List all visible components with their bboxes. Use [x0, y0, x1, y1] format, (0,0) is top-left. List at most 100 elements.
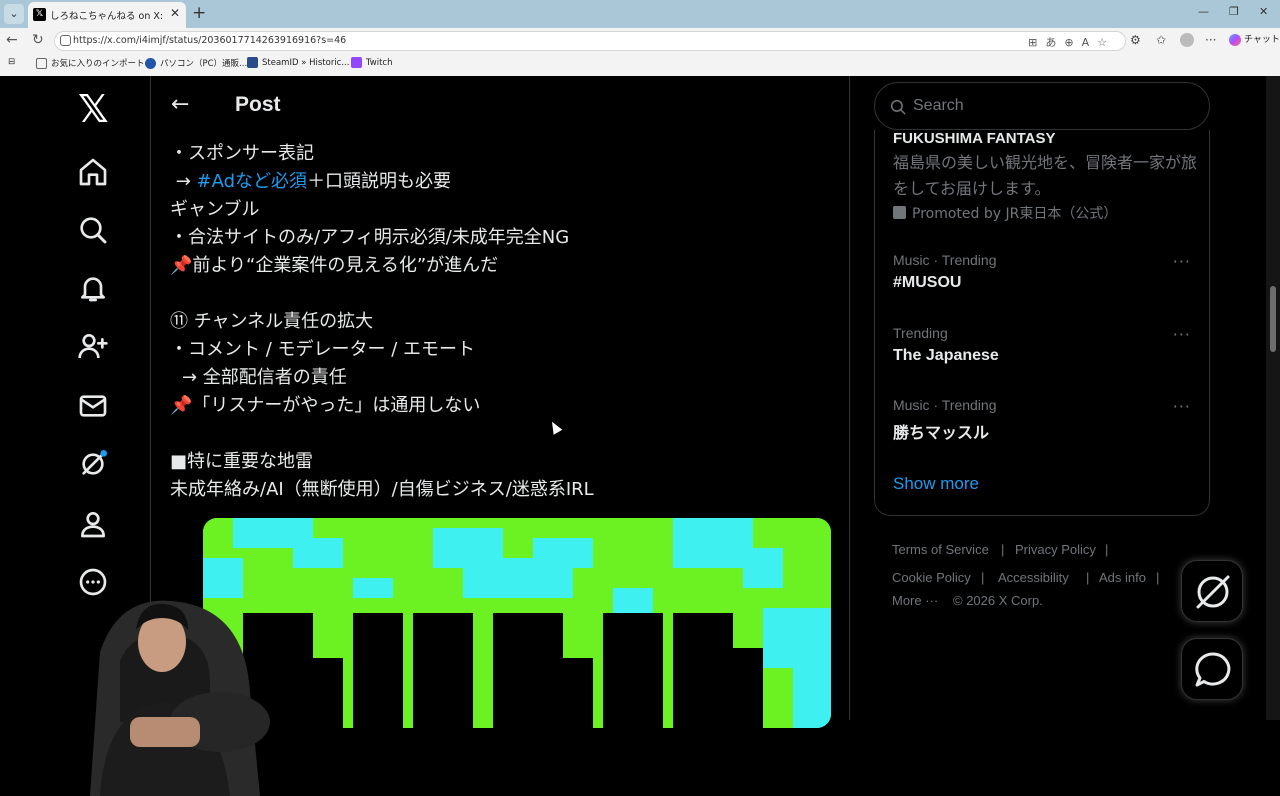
bookmark-import[interactable]: お気に入りのインポート — [36, 57, 145, 69]
accessibility-link[interactable]: Accessibility — [998, 570, 1069, 585]
zoom-icon[interactable]: ⊕ — [1064, 36, 1081, 49]
footer-separator: | — [1086, 570, 1090, 585]
app-icon[interactable]: ⊞ — [1028, 36, 1045, 49]
trend-more-icon[interactable]: ··· — [1173, 325, 1191, 344]
chat-button[interactable]: チャット — [1229, 32, 1280, 48]
profile-icon[interactable] — [77, 508, 109, 540]
browser-chrome: ⌄ 𝕏 しろねこちゃんねる on X: 『KICK/規約 ✕ + — ❐ ✕ ←… — [0, 0, 1280, 76]
bookmark-pc[interactable]: パソコン（PC）通販... — [145, 57, 247, 69]
bookmark-label: Twitch — [366, 58, 393, 68]
bookmarks-bar: ⊟ お気に入りのインポート パソコン（PC）通販... SteamID » Hi… — [0, 55, 1280, 73]
trend-item[interactable]: Music · Trending 勝ちマッスル ··· — [893, 397, 1203, 457]
bookmark-menu-icon[interactable]: ⊟ — [8, 57, 15, 67]
terms-link[interactable]: Terms of Service — [892, 542, 989, 557]
tab-strip: ⌄ 𝕏 しろねこちゃんねる on X: 『KICK/規約 ✕ + — ❐ ✕ — [0, 0, 1280, 28]
settings-more-icon[interactable]: ··· — [1205, 33, 1216, 47]
maximize-icon[interactable]: ❐ — [1229, 5, 1239, 18]
tweet-line: 📌前より“企業案件の見える化”が進んだ — [170, 255, 499, 276]
cookie-link[interactable]: Cookie Policy — [892, 570, 971, 585]
window-close-icon[interactable]: ✕ — [1259, 5, 1268, 18]
browser-profile-avatar[interactable] — [1180, 33, 1194, 47]
webcam-overlay — [60, 572, 286, 796]
favorite-icon[interactable]: ☆ — [1097, 36, 1115, 49]
grok-fab-button[interactable] — [1181, 560, 1243, 622]
translate-icon[interactable]: あ — [1045, 36, 1064, 49]
scroll-thumb[interactable] — [1270, 286, 1276, 352]
trend-name: #MUSOU — [893, 274, 962, 291]
hashtag-link[interactable]: #Adなど必須 — [197, 171, 308, 192]
more-link[interactable]: More ··· — [892, 593, 938, 608]
tab-actions-icon[interactable]: ⌄ — [4, 4, 24, 24]
bell-icon[interactable] — [77, 272, 109, 304]
back-nav-icon[interactable]: ← — [6, 32, 18, 48]
trend-item[interactable]: Trending The Japanese ··· — [893, 325, 1203, 385]
x-logo-icon[interactable]: 𝕏 — [78, 90, 109, 128]
tweet-line: → #Adなど必須＋口頭説明も必要 — [170, 168, 830, 196]
trends-card: FUKUSHIMA FANTASY 福島県の美しい観光地を、冒険者一家が旅をして… — [874, 130, 1210, 516]
favorites-icon[interactable]: ✩ — [1156, 33, 1166, 47]
privacy-link[interactable]: Privacy Policy — [1015, 542, 1096, 557]
kick-logo-image — [203, 518, 831, 728]
tweet-line: 📌「リスナーがやった」は通用しない — [170, 395, 481, 416]
follow-icon[interactable] — [77, 330, 109, 362]
address-tools: ⊞あ⊕A☆ — [1028, 34, 1115, 50]
bookmark-label: SteamID » Historic... — [262, 58, 350, 68]
search-icon[interactable] — [77, 214, 109, 246]
tweet-line — [170, 420, 830, 448]
mail-icon[interactable] — [77, 390, 109, 422]
right-sidebar: FUKUSHIMA FANTASY 福島県の美しい観光地を、冒険者一家が旅をして… — [872, 76, 1212, 720]
read-aloud-icon[interactable]: A — [1082, 36, 1098, 49]
streamer-image — [90, 600, 270, 796]
bookmark-label: パソコン（PC）通販... — [160, 59, 248, 69]
folder-icon — [36, 58, 47, 69]
trend-name: The Japanese — [893, 347, 999, 364]
footer-separator: | — [981, 570, 985, 585]
copyright: © 2026 X Corp. — [953, 593, 1043, 608]
back-arrow-icon[interactable]: ← — [171, 92, 189, 117]
tweet-image[interactable] — [203, 518, 831, 728]
show-more-link[interactable]: Show more — [893, 474, 979, 494]
trend-category: Music · Trending — [893, 397, 997, 413]
promoted-by: Promoted by JR東日本（公式） — [893, 203, 1117, 223]
ads-info-link[interactable]: Ads info — [1099, 570, 1146, 585]
site-info-icon[interactable] — [60, 35, 71, 46]
tweet-line: ・スポンサー表記 — [170, 143, 314, 164]
extensions-icon[interactable]: ⚙ — [1130, 33, 1141, 47]
promo-title[interactable]: FUKUSHIMA FANTASY — [893, 130, 1056, 144]
reload-icon[interactable]: ↻ — [32, 32, 44, 48]
search-input[interactable]: Search — [874, 82, 1210, 130]
chat-bubble-icon — [1195, 652, 1231, 687]
tab-title: しろねこちゃんねる on X: 『KICK/規約 — [50, 11, 166, 22]
trend-more-icon[interactable]: ··· — [1173, 252, 1191, 271]
grok-icon — [1196, 575, 1230, 609]
promoted-by-text: Promoted by JR東日本（公式） — [912, 206, 1118, 222]
trend-more-icon[interactable]: ··· — [1173, 397, 1191, 416]
x-page: 𝕏 ← Post ・スポンサー表記 → #Adなど必須＋口頭説明も必要 ギャンブ… — [0, 76, 1280, 796]
address-bar[interactable]: https://x.com/i4imjf/status/203601771426… — [54, 31, 1126, 51]
promoted-icon — [893, 206, 906, 219]
bookmark-favicon-icon — [247, 57, 258, 68]
tweet-line: ・コメント / モデレーター / エモート — [170, 339, 476, 360]
tab-close-icon[interactable]: ✕ — [170, 6, 180, 20]
tweet-line: ギャンブル — [170, 199, 260, 220]
home-icon[interactable] — [77, 156, 109, 188]
trend-item[interactable]: Music · Trending #MUSOU ··· — [893, 252, 1203, 312]
search-placeholder: Search — [913, 97, 964, 114]
new-tab-icon[interactable]: + — [192, 3, 206, 23]
bookmark-steamid[interactable]: SteamID » Historic... — [247, 57, 349, 68]
bookmark-favicon-icon — [145, 58, 156, 69]
minimize-icon[interactable]: — — [1198, 5, 1209, 18]
trend-category: Trending — [893, 325, 948, 341]
grok-icon[interactable] — [77, 448, 109, 480]
x-favicon-icon: 𝕏 — [33, 8, 46, 21]
page-scrollbar[interactable] — [1266, 76, 1280, 720]
browser-tab[interactable]: 𝕏 しろねこちゃんねる on X: 『KICK/規約 ✕ — [28, 2, 186, 28]
bookmark-label: お気に入りのインポート — [51, 59, 145, 69]
arrow-prefix: → — [175, 171, 197, 192]
chat-label: チャット — [1244, 35, 1280, 45]
bookmark-twitch[interactable]: Twitch — [351, 57, 393, 68]
promo-description[interactable]: 福島県の美しい観光地を、冒険者一家が旅をしてお届けします。 — [893, 150, 1203, 202]
page-title: Post — [235, 93, 281, 116]
footer-separator: | — [1105, 542, 1109, 557]
messages-fab-button[interactable] — [1181, 638, 1243, 700]
